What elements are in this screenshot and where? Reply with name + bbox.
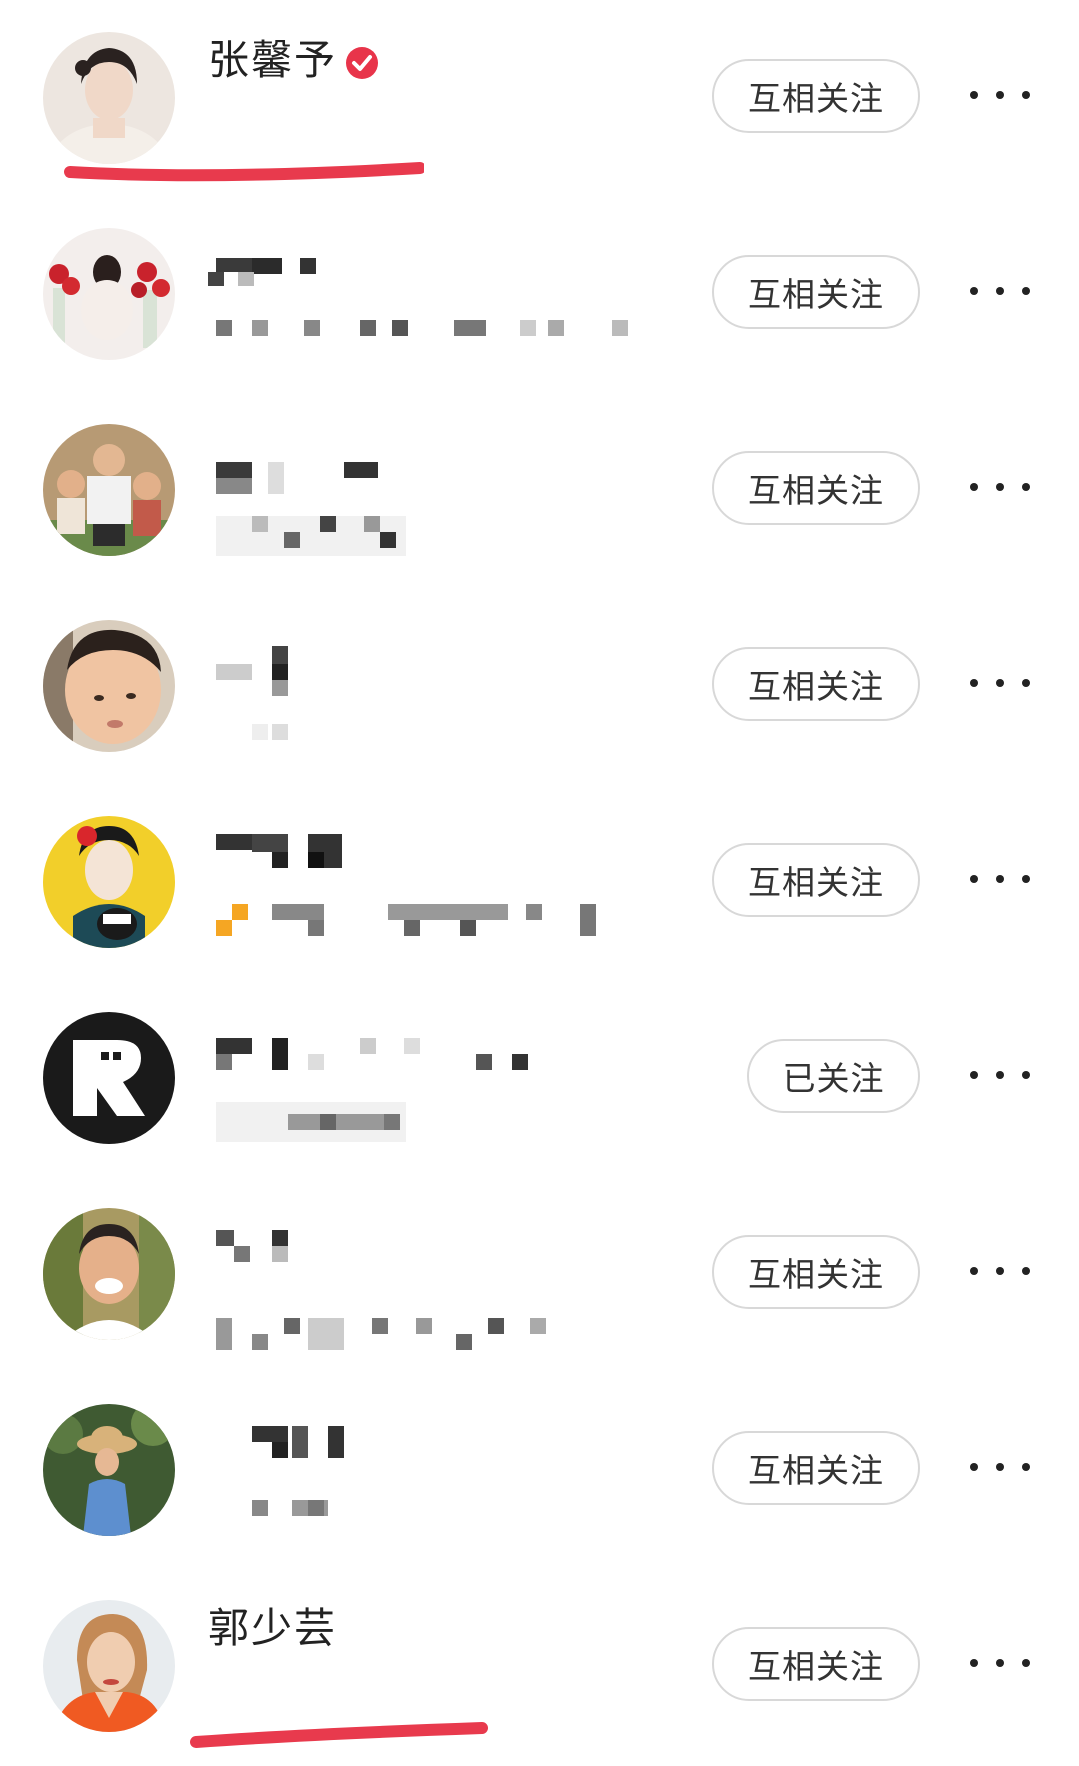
mutual-follow-button[interactable]: 互相关注 [712,843,920,917]
bio-pixelation [208,320,658,340]
mutual-follow-button[interactable]: 互相关注 [712,647,920,721]
bio-pixelation [208,1318,628,1352]
name-pixelation [208,1426,348,1460]
more-dots-icon[interactable] [970,1648,1030,1678]
list-item-user-1[interactable]: 张馨予 互相关注 [0,0,1079,198]
mutual-follow-button[interactable]: 互相关注 [712,255,920,329]
list-item-user-8[interactable]: 互相关注 [0,1372,1079,1570]
avatar[interactable] [43,32,175,164]
more-dots-icon[interactable] [970,80,1030,110]
verified-badge-icon [345,46,379,80]
following-list: 张馨予 互相关注 互相关注 互相关注 互相关注 互相关注 已关注 互相关注 互相… [0,0,1079,1760]
bio-pixelation [208,1102,428,1142]
more-dots-icon[interactable] [970,276,1030,306]
list-item-user-5[interactable]: 互相关注 [0,784,1079,982]
name-pixelation [208,1230,288,1264]
list-item-user-4[interactable]: 互相关注 [0,588,1079,786]
avatar[interactable] [43,1404,175,1536]
name-pixelation [208,462,378,494]
red-underline-annotation [190,1722,488,1748]
user-name: 郭少芸 [208,1604,337,1652]
avatar[interactable] [43,1600,175,1732]
list-item-user-6[interactable]: 已关注 [0,980,1079,1178]
bio-pixelation [208,516,428,556]
more-dots-icon[interactable] [970,864,1030,894]
name-pixelation [208,834,342,868]
mutual-follow-button[interactable]: 互相关注 [712,1431,920,1505]
list-item-user-3[interactable]: 互相关注 [0,392,1079,590]
more-dots-icon[interactable] [970,1452,1030,1482]
more-dots-icon[interactable] [970,472,1030,502]
list-item-user-2[interactable]: 互相关注 [0,196,1079,394]
avatar[interactable] [43,1208,175,1340]
more-dots-icon[interactable] [970,668,1030,698]
mutual-follow-button[interactable]: 互相关注 [712,59,920,133]
more-dots-icon[interactable] [970,1060,1030,1090]
name-pixelation [208,258,316,288]
name-pixelation [208,646,308,706]
avatar[interactable] [43,1012,175,1144]
mutual-follow-button[interactable]: 互相关注 [712,1627,920,1701]
more-dots-icon[interactable] [970,1256,1030,1286]
user-name: 张馨予 [208,36,337,84]
avatar[interactable] [43,620,175,752]
avatar[interactable] [43,816,175,948]
list-item-user-7[interactable]: 互相关注 [0,1176,1079,1374]
mutual-follow-button[interactable]: 互相关注 [712,1235,920,1309]
list-item-user-9[interactable]: 郭少芸 互相关注 [0,1568,1079,1766]
followed-button[interactable]: 已关注 [747,1039,920,1113]
bio-pixelation [208,904,638,938]
mutual-follow-button[interactable]: 互相关注 [712,451,920,525]
bio-pixelation [208,1500,408,1520]
name-pixelation [208,1038,528,1070]
avatar[interactable] [43,228,175,360]
bio-pixelation [208,724,308,744]
avatar[interactable] [43,424,175,556]
